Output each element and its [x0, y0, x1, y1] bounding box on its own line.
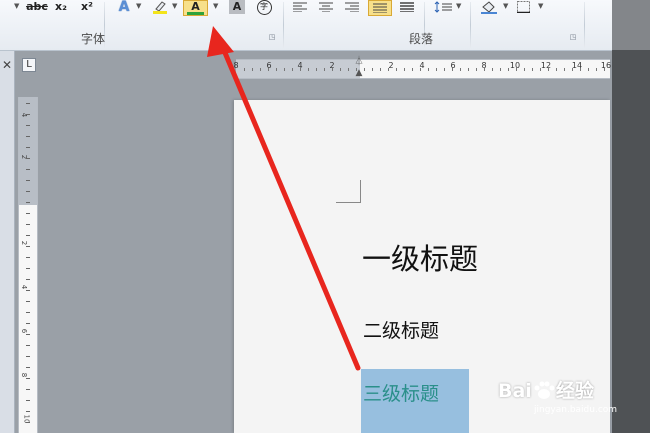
red-pointer-arrow: [207, 26, 361, 371]
